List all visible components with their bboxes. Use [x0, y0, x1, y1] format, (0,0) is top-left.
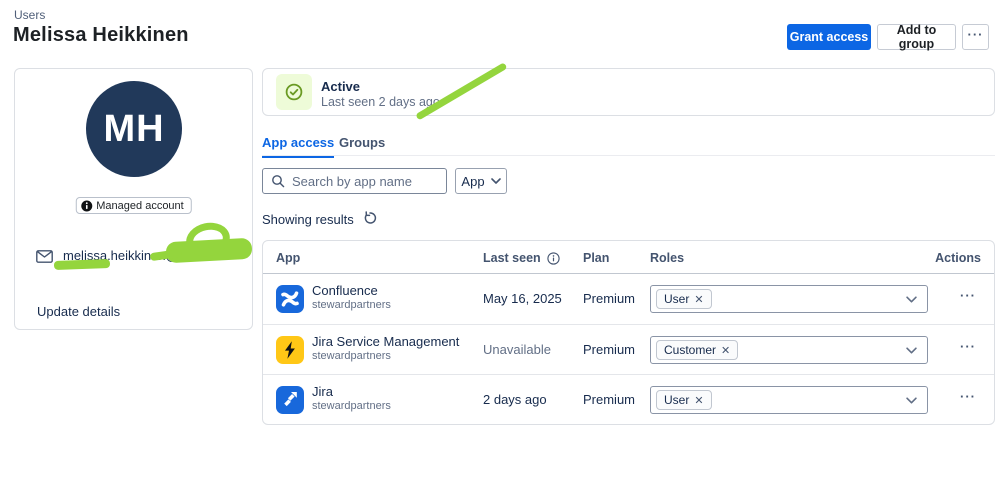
reset-filters-icon[interactable]: [363, 211, 377, 228]
status-badge: Active: [321, 79, 361, 94]
roles-select[interactable]: User ✕: [650, 285, 928, 313]
last-seen-value: 2 days ago: [483, 392, 547, 407]
jira-service-management-icon: [276, 336, 304, 364]
last-seen-value: Unavailable: [483, 342, 551, 357]
search-box[interactable]: [262, 168, 447, 194]
remove-role-icon[interactable]: ✕: [694, 394, 703, 407]
chevron-down-icon: [906, 396, 917, 404]
column-header-plan: Plan: [583, 251, 610, 265]
app-filter-label: App: [461, 173, 485, 189]
app-org: stewardpartners: [312, 299, 391, 311]
role-chip: Customer ✕: [656, 340, 739, 360]
update-details-link[interactable]: Update details: [37, 304, 120, 319]
app-name[interactable]: Jira Service Management: [312, 334, 459, 349]
last-seen-value: May 16, 2025: [483, 291, 562, 306]
user-detail-page: Users Melissa Heikkinen Grant access Add…: [0, 0, 999, 493]
breadcrumb[interactable]: Users: [14, 8, 45, 22]
envelope-icon: [36, 250, 53, 268]
roles-select[interactable]: Customer ✕: [650, 336, 928, 364]
row-more-actions-button[interactable]: ···: [955, 338, 981, 360]
chevron-down-icon: [906, 346, 917, 354]
app-filter-dropdown[interactable]: App: [455, 168, 507, 194]
column-header-actions: Actions: [935, 251, 981, 265]
remove-role-icon[interactable]: ✕: [721, 344, 730, 357]
row-more-actions-button[interactable]: ···: [955, 287, 981, 309]
plan-value: Premium: [583, 291, 636, 306]
add-to-group-button[interactable]: Add to group: [877, 23, 956, 51]
plan-value: Premium: [583, 342, 636, 357]
row-more-actions-button[interactable]: ···: [955, 388, 981, 410]
table-row-jira-service-management: Jira Service Management stewardpartners …: [263, 324, 994, 374]
table-header: App Last seen Plan Roles Actions: [263, 241, 994, 274]
chevron-down-icon: [906, 295, 917, 303]
status-icon-box: [276, 74, 312, 110]
table-row-jira: Jira stewardpartners 2 days ago Premium …: [263, 374, 994, 424]
avatar: MH: [86, 81, 182, 177]
more-actions-button[interactable]: ···: [962, 24, 989, 50]
managed-account-label: Managed account: [96, 199, 184, 212]
info-icon[interactable]: [547, 251, 560, 265]
confluence-icon: [276, 285, 304, 313]
remove-role-icon[interactable]: ✕: [694, 293, 703, 306]
status-card: Active Last seen 2 days ago: [262, 68, 995, 116]
results-bar: Showing results: [262, 210, 377, 228]
last-seen-label: Last seen: [483, 251, 541, 265]
search-icon: [271, 174, 285, 188]
column-header-last-seen: Last seen: [483, 251, 560, 265]
role-chip: User ✕: [656, 289, 712, 309]
role-chip-label: User: [664, 393, 690, 407]
managed-account-badge[interactable]: Managed account: [75, 197, 192, 214]
info-filled-icon: [80, 200, 92, 212]
role-chip: User ✕: [656, 390, 712, 410]
app-access-table: App Last seen Plan Roles Actions Conflue…: [262, 240, 995, 425]
role-chip-label: Customer: [664, 343, 717, 357]
app-org: stewardpartners: [312, 400, 391, 412]
plan-value: Premium: [583, 392, 636, 407]
roles-select[interactable]: User ✕: [650, 386, 928, 414]
table-row-confluence: Confluence stewardpartners May 16, 2025 …: [263, 274, 994, 324]
column-header-app: App: [276, 251, 301, 265]
status-last-seen: Last seen 2 days ago: [321, 95, 440, 109]
chevron-down-icon: [490, 178, 501, 184]
check-circle-icon: [284, 82, 304, 102]
profile-card: MH Managed account melissa.heikkinen@ Up…: [14, 68, 253, 330]
role-chip-label: User: [664, 292, 690, 306]
search-input[interactable]: [292, 173, 438, 189]
tab-groups[interactable]: Groups: [339, 135, 385, 156]
jira-icon: [276, 386, 304, 414]
app-org: stewardpartners: [312, 350, 391, 362]
app-name[interactable]: Jira: [312, 384, 333, 399]
page-title: Melissa Heikkinen: [13, 24, 189, 46]
column-header-roles: Roles: [650, 251, 685, 265]
showing-results-label: Showing results: [262, 211, 354, 227]
app-name[interactable]: Confluence: [312, 283, 378, 298]
grant-access-button[interactable]: Grant access: [787, 24, 871, 50]
tabs-divider: [262, 155, 995, 156]
